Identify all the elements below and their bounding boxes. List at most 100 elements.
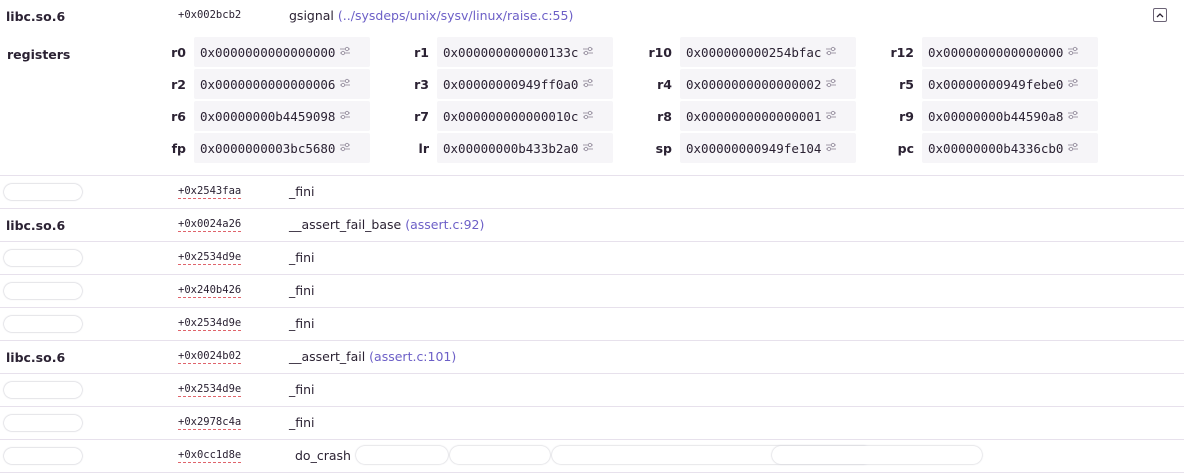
- frame-address[interactable]: +0x2978c4a: [178, 416, 242, 430]
- sliders-icon[interactable]: [339, 78, 351, 91]
- register-name: r5: [899, 77, 914, 92]
- sliders-icon[interactable]: [825, 142, 837, 155]
- frame-module: libc.so.6: [6, 350, 66, 365]
- frame-function: _fini: [289, 415, 315, 430]
- redacted-module: [4, 184, 82, 200]
- frame-function-name: _fini: [289, 316, 315, 331]
- register-value-box[interactable]: 0x00000000949febe0: [922, 69, 1098, 99]
- frame-address[interactable]: +0x0cc1d8e: [178, 449, 242, 463]
- register-sp: sp 0x00000000949fe104: [656, 133, 856, 163]
- sliders-icon[interactable]: [1067, 110, 1079, 123]
- frame-address[interactable]: +0x0024b02: [178, 350, 242, 364]
- register-value: 0x00000000949fe104: [686, 140, 822, 156]
- register-value: 0x00000000b433b2a0: [443, 140, 579, 156]
- frame-row[interactable]: libc.so.6 +0x0024b02 __assert_fail (assert.…: [0, 341, 1184, 374]
- frame-address[interactable]: +0x2534d9e: [178, 317, 242, 331]
- frame-function: _fini: [289, 316, 315, 331]
- register-value: 0x00000000949ff0a0: [443, 76, 579, 92]
- frame-function-name: do_crash: [295, 448, 351, 463]
- frame-function-name: _fini: [289, 382, 315, 397]
- frame-function-name: _fini: [289, 415, 315, 430]
- register-r4: r4 0x0000000000000002: [657, 69, 856, 99]
- register-name: sp: [655, 141, 672, 156]
- frame-row[interactable]: +0x2543faa _fini: [0, 176, 1184, 209]
- chevron-up-icon: [1156, 13, 1164, 18]
- register-value-box[interactable]: 0x00000000949ff0a0: [437, 69, 613, 99]
- sliders-icon[interactable]: [339, 46, 351, 59]
- register-value-box[interactable]: 0x000000000000133c: [437, 37, 613, 67]
- frame-row[interactable]: +0x2534d9e _fini: [0, 242, 1184, 275]
- frame-row[interactable]: +0x2978c4a _fini: [0, 407, 1184, 440]
- sliders-icon[interactable]: [582, 78, 594, 91]
- frame-function-name: __assert_fail_base: [289, 217, 402, 232]
- register-fp: fp 0x0000000003bc5680: [172, 133, 370, 163]
- register-value: 0x0000000000000000: [928, 44, 1064, 60]
- register-r9: r9 0x00000000b44590a8: [899, 101, 1098, 131]
- register-r2: r2 0x0000000000000006: [171, 69, 370, 99]
- redacted-module: [4, 415, 82, 431]
- sliders-icon[interactable]: [1067, 142, 1079, 155]
- sliders-icon[interactable]: [339, 142, 351, 155]
- sliders-icon[interactable]: [582, 46, 594, 59]
- register-name: r1: [414, 45, 429, 60]
- frame-address[interactable]: +0x0024a26: [178, 218, 242, 232]
- register-value-box[interactable]: 0x000000000254bfac: [680, 37, 856, 67]
- register-value-box[interactable]: 0x0000000000000006: [194, 69, 370, 99]
- redacted-location: [772, 446, 982, 464]
- register-value-box[interactable]: 0x0000000000000000: [922, 37, 1098, 67]
- frame-address[interactable]: +0x240b426: [178, 284, 242, 298]
- register-r10: r10 0x000000000254bfac: [648, 37, 856, 67]
- register-value: 0x0000000000000000: [200, 44, 336, 60]
- frame-function: _fini: [289, 283, 315, 298]
- frame-row-top[interactable]: libc.so.6 +0x002bcb2 gsignal (../sysdeps/…: [0, 0, 1184, 31]
- frame-function-name: _fini: [289, 283, 315, 298]
- register-value-box[interactable]: 0x0000000000000001: [680, 101, 856, 131]
- register-value: 0x00000000b4336cb0: [928, 140, 1064, 156]
- register-value: 0x0000000000000001: [686, 108, 822, 124]
- sliders-icon[interactable]: [582, 142, 594, 155]
- sliders-icon[interactable]: [339, 110, 351, 123]
- register-value-box[interactable]: 0x00000000b44590a8: [922, 101, 1098, 131]
- register-r6: r6 0x00000000b4459098: [171, 101, 370, 131]
- frame-location: (assert.c:101): [369, 349, 457, 364]
- frame-address[interactable]: +0x2534d9e: [178, 383, 242, 397]
- register-name: lr: [418, 141, 429, 156]
- sliders-icon[interactable]: [582, 110, 594, 123]
- register-value: 0x000000000000133c: [443, 44, 579, 60]
- register-value-box[interactable]: 0x00000000949fe104: [680, 133, 856, 163]
- redacted-module: [4, 283, 82, 299]
- frame-row[interactable]: +0x0cc1d8e do_crash: [0, 440, 1184, 473]
- register-r1: r1 0x000000000000133c: [414, 37, 613, 67]
- register-value-box[interactable]: 0x0000000003bc5680: [194, 133, 370, 163]
- sliders-icon[interactable]: [1067, 78, 1079, 91]
- register-value: 0x000000000254bfac: [686, 44, 822, 60]
- frame-row[interactable]: +0x240b426 _fini: [0, 275, 1184, 308]
- register-value-box[interactable]: 0x000000000000010c: [437, 101, 613, 131]
- frame-function-name: _fini: [289, 184, 315, 199]
- frame-address[interactable]: +0x2534d9e: [178, 251, 242, 265]
- registers-label: registers: [7, 47, 71, 62]
- register-name: r2: [171, 77, 186, 92]
- sliders-icon[interactable]: [825, 110, 837, 123]
- redacted-module: [4, 382, 82, 398]
- frame-function: __assert_fail_base (assert.c:92): [289, 217, 484, 232]
- register-value-box[interactable]: 0x0000000000000000: [194, 37, 370, 67]
- register-value-box[interactable]: 0x00000000b433b2a0: [437, 133, 613, 163]
- register-value-box[interactable]: 0x0000000000000002: [680, 69, 856, 99]
- redacted-module: [4, 316, 82, 332]
- frame-function: do_crash: [295, 448, 351, 463]
- sliders-icon[interactable]: [825, 78, 837, 91]
- frame-row[interactable]: libc.so.6 +0x0024a26 __assert_fail_base (as…: [0, 209, 1184, 242]
- sliders-icon[interactable]: [825, 46, 837, 59]
- frame-location: (../sysdeps/unix/sysv/linux/raise.c:55): [337, 8, 574, 23]
- collapse-toggle-button[interactable]: [1153, 8, 1167, 22]
- register-value-box[interactable]: 0x00000000b4336cb0: [922, 133, 1098, 163]
- register-r8: r8 0x0000000000000001: [657, 101, 856, 131]
- frame-row[interactable]: +0x2534d9e _fini: [0, 308, 1184, 341]
- register-name: r4: [657, 77, 672, 92]
- sliders-icon[interactable]: [1067, 46, 1079, 59]
- frame-address[interactable]: +0x2543faa: [178, 185, 242, 199]
- frame-function: _fini: [289, 184, 315, 199]
- register-value-box[interactable]: 0x00000000b4459098: [194, 101, 370, 131]
- frame-row[interactable]: +0x2534d9e _fini: [0, 374, 1184, 407]
